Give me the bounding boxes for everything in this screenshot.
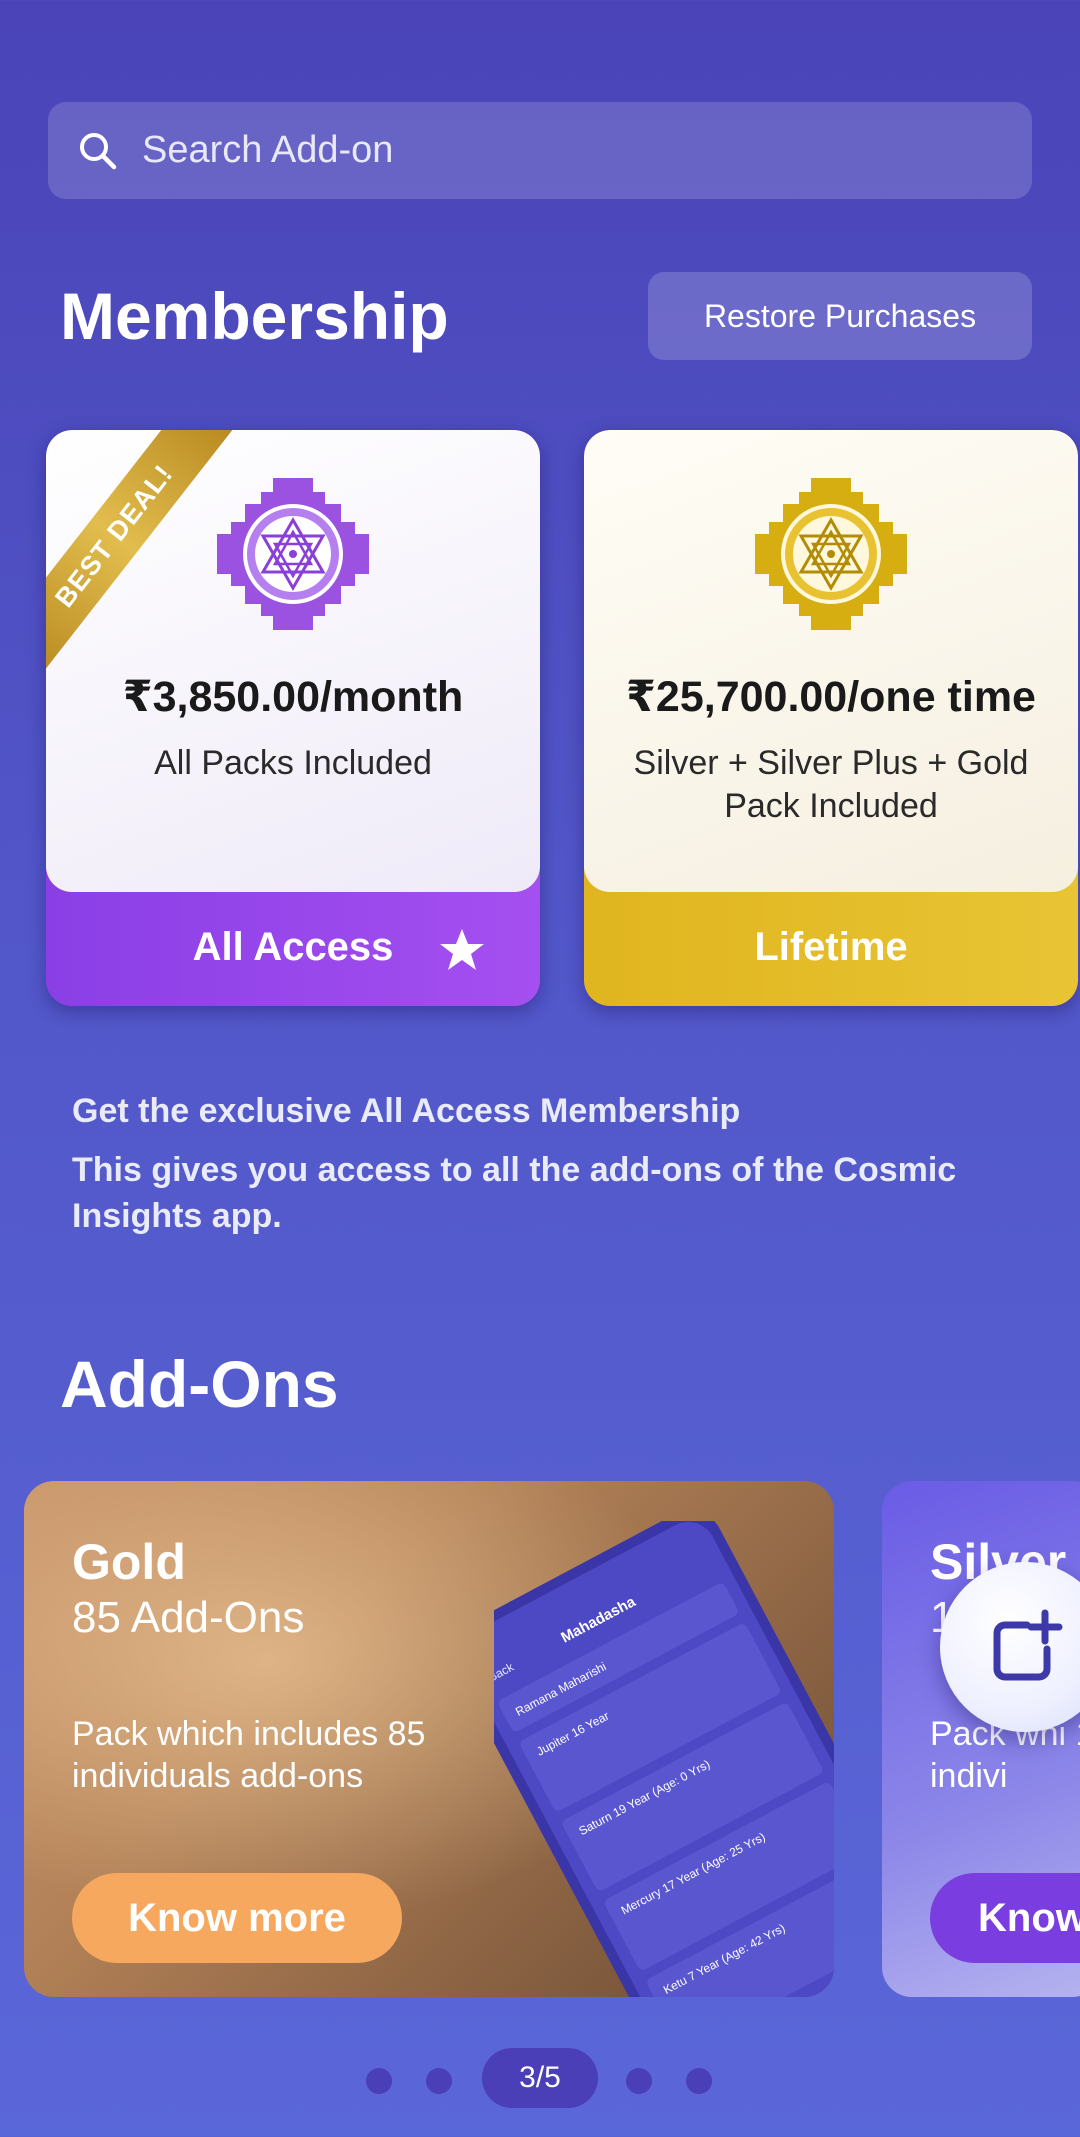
tier-label: Lifetime xyxy=(754,925,908,969)
ribbon-label: BEST DEAL! xyxy=(46,430,235,670)
addon-name: Gold xyxy=(72,1534,186,1590)
page-dot[interactable] xyxy=(426,2068,452,2094)
membership-body: This gives you access to all the add-ons… xyxy=(72,1151,957,1235)
addon-count: 85 Add-Ons xyxy=(72,1593,305,1642)
membership-title: Membership xyxy=(60,279,449,353)
know-more-button[interactable]: Know more xyxy=(72,1873,402,1963)
card-body: ₹25,700.00/one time Silver + Silver Plus… xyxy=(584,430,1078,892)
page-dot[interactable] xyxy=(626,2068,652,2094)
page-dot[interactable] xyxy=(686,2068,712,2094)
silver-addon-card[interactable]: Silver 10 Pack whi 10 indivi Know xyxy=(882,1481,1080,1997)
search-bar[interactable] xyxy=(48,102,1032,199)
lifetime-card[interactable]: ₹25,700.00/one time Silver + Silver Plus… xyxy=(584,430,1078,1006)
included-text: All Packs Included xyxy=(154,744,432,782)
page-dot[interactable] xyxy=(366,2068,392,2094)
restore-purchases-button[interactable]: Restore Purchases xyxy=(648,272,1032,360)
included-text: Silver + Silver Plus + Gold Pack Include… xyxy=(633,744,1029,825)
membership-headline: Get the exclusive All Access Membership xyxy=(72,1092,741,1130)
star-icon xyxy=(440,929,484,970)
price: ₹25,700.00/one time xyxy=(626,673,1036,721)
tier-label: All Access xyxy=(192,925,394,969)
addons-title: Add-Ons xyxy=(60,1347,339,1421)
all-access-card[interactable]: BEST DEAL! ₹3,850.00/month All Packs Inc… xyxy=(46,430,540,1006)
addon-description: Pack which includes 85 individuals add-o… xyxy=(72,1715,426,1795)
add-square-icon xyxy=(993,1609,1063,1681)
best-deal-ribbon: BEST DEAL! xyxy=(46,430,266,670)
yantra-icon xyxy=(755,478,907,630)
page-indicator: 3/5 xyxy=(482,2048,598,2108)
search-icon xyxy=(80,132,117,169)
search-input[interactable] xyxy=(142,129,942,172)
card-body: BEST DEAL! ₹3,850.00/month All Packs Inc… xyxy=(46,430,540,892)
gold-addon-card[interactable]: Back Mahadasha Ramana Maharishi Jupiter … xyxy=(24,1481,834,1997)
phone-mockup: Back Mahadasha Ramana Maharishi Jupiter … xyxy=(494,1521,834,1997)
price: ₹3,850.00/month xyxy=(122,673,464,721)
know-more-button[interactable]: Know xyxy=(930,1873,1080,1963)
